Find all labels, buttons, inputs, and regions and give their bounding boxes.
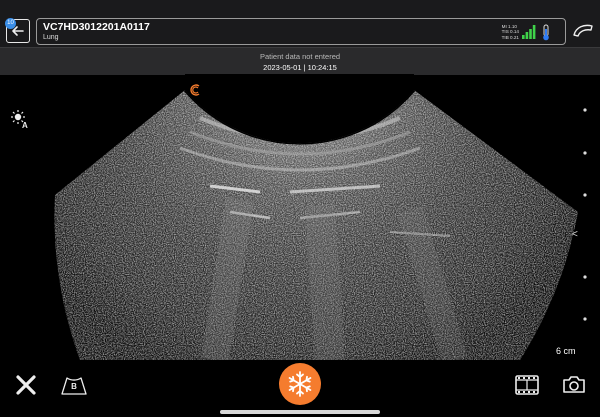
snowflake-icon — [288, 371, 312, 397]
auto-brightness-icon[interactable]: A — [10, 109, 30, 129]
focus-marker[interactable]: < — [572, 229, 578, 240]
depth-scale — [583, 108, 587, 321]
thermometer-icon — [543, 24, 549, 41]
patient-info-bar: Patient data not entered 2023-05-01 | 10… — [0, 47, 600, 75]
signal-strength-icon — [522, 25, 536, 39]
orientation-marker-icon — [190, 84, 200, 96]
notification-badge: 10 — [5, 18, 16, 29]
film-icon[interactable] — [514, 374, 540, 396]
depth-tick — [583, 317, 587, 321]
svg-text:A: A — [22, 121, 28, 129]
ultrasound-image[interactable] — [0, 74, 600, 360]
depth-label: 6 cm — [556, 346, 576, 356]
depth-tick — [583, 275, 587, 279]
exam-datetime: 2023-05-01 | 10:24:15 — [263, 63, 337, 72]
mode-button[interactable]: B — [59, 374, 89, 396]
acoustic-indices: MI 1.10 TIS 0.14 TIB 0.21 — [502, 24, 519, 40]
bottom-toolbar: B — [0, 360, 600, 417]
freeze-button[interactable] — [279, 363, 321, 405]
top-bar: 10 VC7HD3012201A0117 Lung MI 1.10 TIS 0.… — [0, 0, 600, 47]
tib-index: TIB 0.21 — [501, 34, 519, 40]
depth-tick — [583, 151, 587, 155]
close-icon[interactable] — [14, 373, 38, 397]
probe-id: VC7HD3012201A0117 — [43, 21, 150, 33]
camera-icon[interactable] — [561, 373, 587, 395]
patient-status: Patient data not entered — [259, 52, 341, 61]
depth-tick — [583, 108, 587, 112]
home-indicator — [220, 410, 380, 414]
preset-label: Lung — [43, 34, 59, 41]
probe-info-panel[interactable]: VC7HD3012201A0117 Lung MI 1.10 TIS 0.14 … — [36, 18, 566, 45]
mode-label: B — [71, 382, 77, 391]
probe-icon[interactable] — [570, 20, 596, 42]
depth-tick — [583, 193, 587, 197]
